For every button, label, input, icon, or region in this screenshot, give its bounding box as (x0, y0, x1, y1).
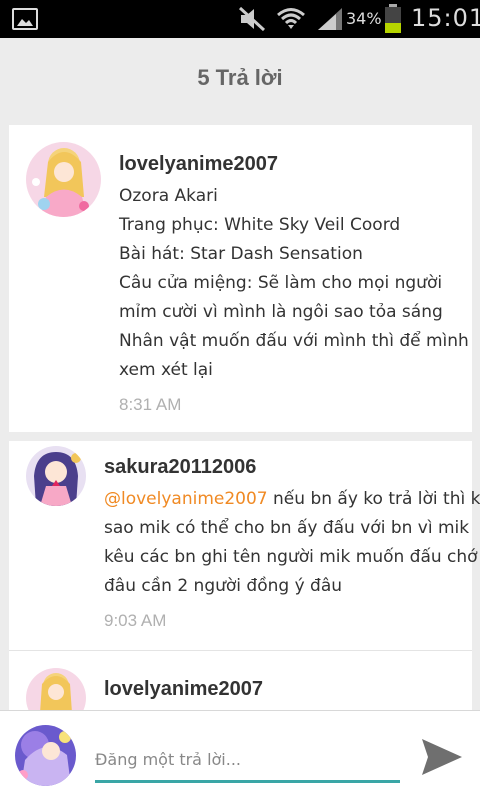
reply-username[interactable]: sakura20112006 (104, 456, 256, 479)
reply-text-segment: nếu bn ấy ko trả lời thì ko (267, 489, 480, 509)
reply-text-line: Bài hát: Star Dash Sensation (119, 244, 363, 264)
reply-text: Ozora Akari Trang phục: White Sky Veil C… (119, 182, 469, 385)
reply-text-line: Trang phục: White Sky Veil Coord (119, 215, 401, 235)
reply-text-line: mỉm cười vì mình là ngôi sao tỏa sáng (119, 302, 443, 322)
wifi-icon (277, 8, 305, 29)
reply-composer (0, 710, 480, 801)
mute-icon (238, 6, 266, 32)
send-button[interactable] (418, 735, 466, 779)
reply-text: @lovelyanime2007 nếu bn ấy ko trả lời th… (104, 485, 480, 601)
clock: 15:01 (411, 4, 480, 32)
reply-text-line: Ozora Akari (119, 186, 218, 206)
reply-text-line: đâu cần 2 người đồng ý đâu (104, 576, 343, 596)
input-underline (95, 780, 400, 783)
reply-text-line: sao mik có thể cho bn ấy đấu với bn vì m… (104, 518, 470, 538)
signal-icon (318, 8, 342, 30)
reply-username[interactable]: lovelyanime2007 (119, 153, 278, 176)
reply-username[interactable]: lovelyanime2007 (104, 678, 263, 701)
reply-text-line: xem xét lại (119, 360, 213, 380)
mention-link[interactable]: @lovelyanime2007 (104, 489, 268, 509)
status-bar: 34% 15:01 (0, 0, 480, 38)
reply-card: lovelyanime2007 (9, 651, 472, 711)
reply-text-line: kêu các bn ghi tên người mik muốn đấu ch… (104, 547, 478, 567)
battery-icon (385, 4, 401, 33)
page-title: 5 Trả lời (197, 65, 283, 90)
avatar (15, 725, 76, 786)
battery-percent: 34% (346, 9, 382, 28)
reply-text-line: @lovelyanime2007 nếu bn ấy ko trả lời th… (104, 485, 480, 514)
reply-timestamp: 9:03 AM (104, 611, 167, 630)
reply-card: lovelyanime2007 Ozora Akari Trang phục: … (9, 125, 472, 432)
send-icon (422, 739, 462, 775)
reply-input[interactable] (95, 739, 400, 779)
reply-text-line: Nhân vật muốn đấu với mình thì để mình (119, 331, 469, 351)
reply-card: sakura20112006 @lovelyanime2007 nếu bn ấ… (9, 441, 480, 650)
avatar[interactable] (26, 668, 86, 711)
reply-timestamp: 8:31 AM (119, 395, 182, 414)
page-header: 5 Trả lời (0, 38, 480, 114)
avatar[interactable] (26, 446, 86, 506)
gallery-icon (12, 8, 38, 30)
reply-text-line: Câu cửa miệng: Sẽ làm cho mọi người (119, 273, 443, 293)
avatar[interactable] (26, 142, 101, 217)
